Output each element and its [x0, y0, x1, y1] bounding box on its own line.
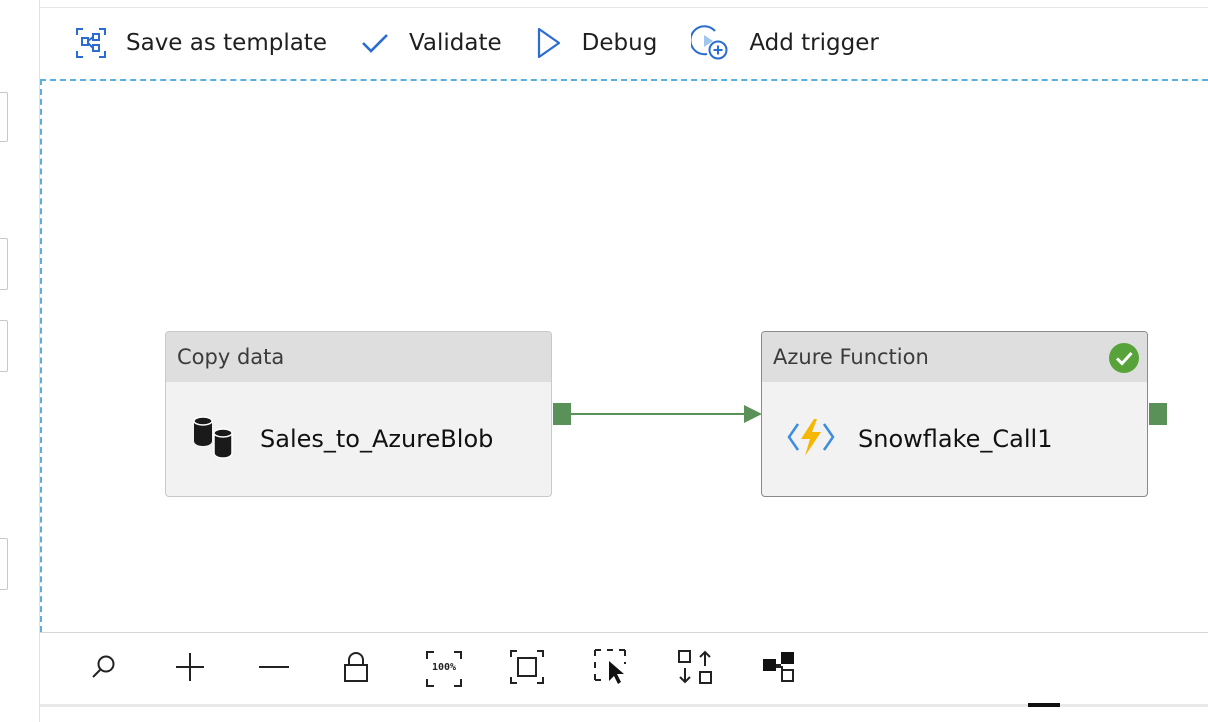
pipeline-toolbar: Save as template Validate Debug Add trig… [40, 8, 1208, 78]
lock-button[interactable] [342, 651, 426, 687]
zoom-100-icon: 100% [426, 651, 462, 687]
checkmark-icon [361, 32, 389, 54]
azure-function-icon [786, 416, 836, 462]
zoom-100-button[interactable]: 100% [426, 651, 510, 687]
activity-azure-function[interactable]: Azure Function Snowflake_Call1 [761, 331, 1148, 497]
debug-label: Debug [581, 30, 658, 56]
save-as-template-label: Save as template [126, 30, 327, 56]
trigger-add-icon [691, 25, 729, 61]
dependency-connector[interactable] [568, 402, 768, 426]
lock-icon [342, 651, 370, 687]
debug-button[interactable]: Debug [536, 27, 658, 59]
validate-label: Validate [408, 30, 502, 56]
fit-to-screen-button[interactable] [510, 650, 594, 688]
output-port[interactable] [1149, 403, 1167, 425]
add-trigger-label: Add trigger [749, 30, 879, 56]
layout-button[interactable] [762, 651, 846, 687]
left-panel-field[interactable] [0, 320, 8, 372]
zoom-100-text: 100% [431, 662, 457, 673]
activity-name: Sales_to_AzureBlob [260, 425, 494, 453]
add-trigger-button[interactable]: Add trigger [691, 25, 879, 61]
canvas-controls: 100% [40, 632, 1208, 705]
left-panel [0, 0, 40, 722]
validate-button[interactable]: Validate [361, 30, 502, 56]
activity-copy-data[interactable]: Copy data Sales_to_AzureBlob [165, 331, 552, 497]
template-icon [76, 28, 106, 58]
search-icon [90, 653, 118, 685]
copy-data-icon [190, 415, 238, 463]
select-button[interactable] [594, 649, 678, 689]
left-panel-field[interactable] [0, 92, 8, 142]
success-status-icon [1108, 342, 1140, 378]
activity-type-label: Copy data [166, 332, 551, 382]
left-panel-field[interactable] [0, 238, 8, 290]
left-panel-field[interactable] [0, 538, 8, 590]
tab-strip-border [40, 0, 1208, 8]
search-button[interactable] [90, 653, 174, 685]
play-icon [536, 27, 562, 59]
zoom-in-icon [174, 651, 206, 687]
save-as-template-button[interactable]: Save as template [76, 28, 327, 58]
resize-handle[interactable] [1028, 703, 1060, 707]
activity-name: Snowflake_Call1 [858, 425, 1053, 453]
zoom-out-icon [258, 651, 290, 687]
auto-align-button[interactable] [678, 650, 762, 688]
fit-to-screen-icon [510, 650, 544, 688]
select-icon [594, 649, 630, 689]
layout-icon [762, 651, 796, 687]
auto-align-icon [678, 650, 712, 688]
zoom-in-button[interactable] [174, 651, 258, 687]
zoom-out-button[interactable] [258, 651, 342, 687]
activity-type-label: Azure Function [762, 332, 1147, 382]
